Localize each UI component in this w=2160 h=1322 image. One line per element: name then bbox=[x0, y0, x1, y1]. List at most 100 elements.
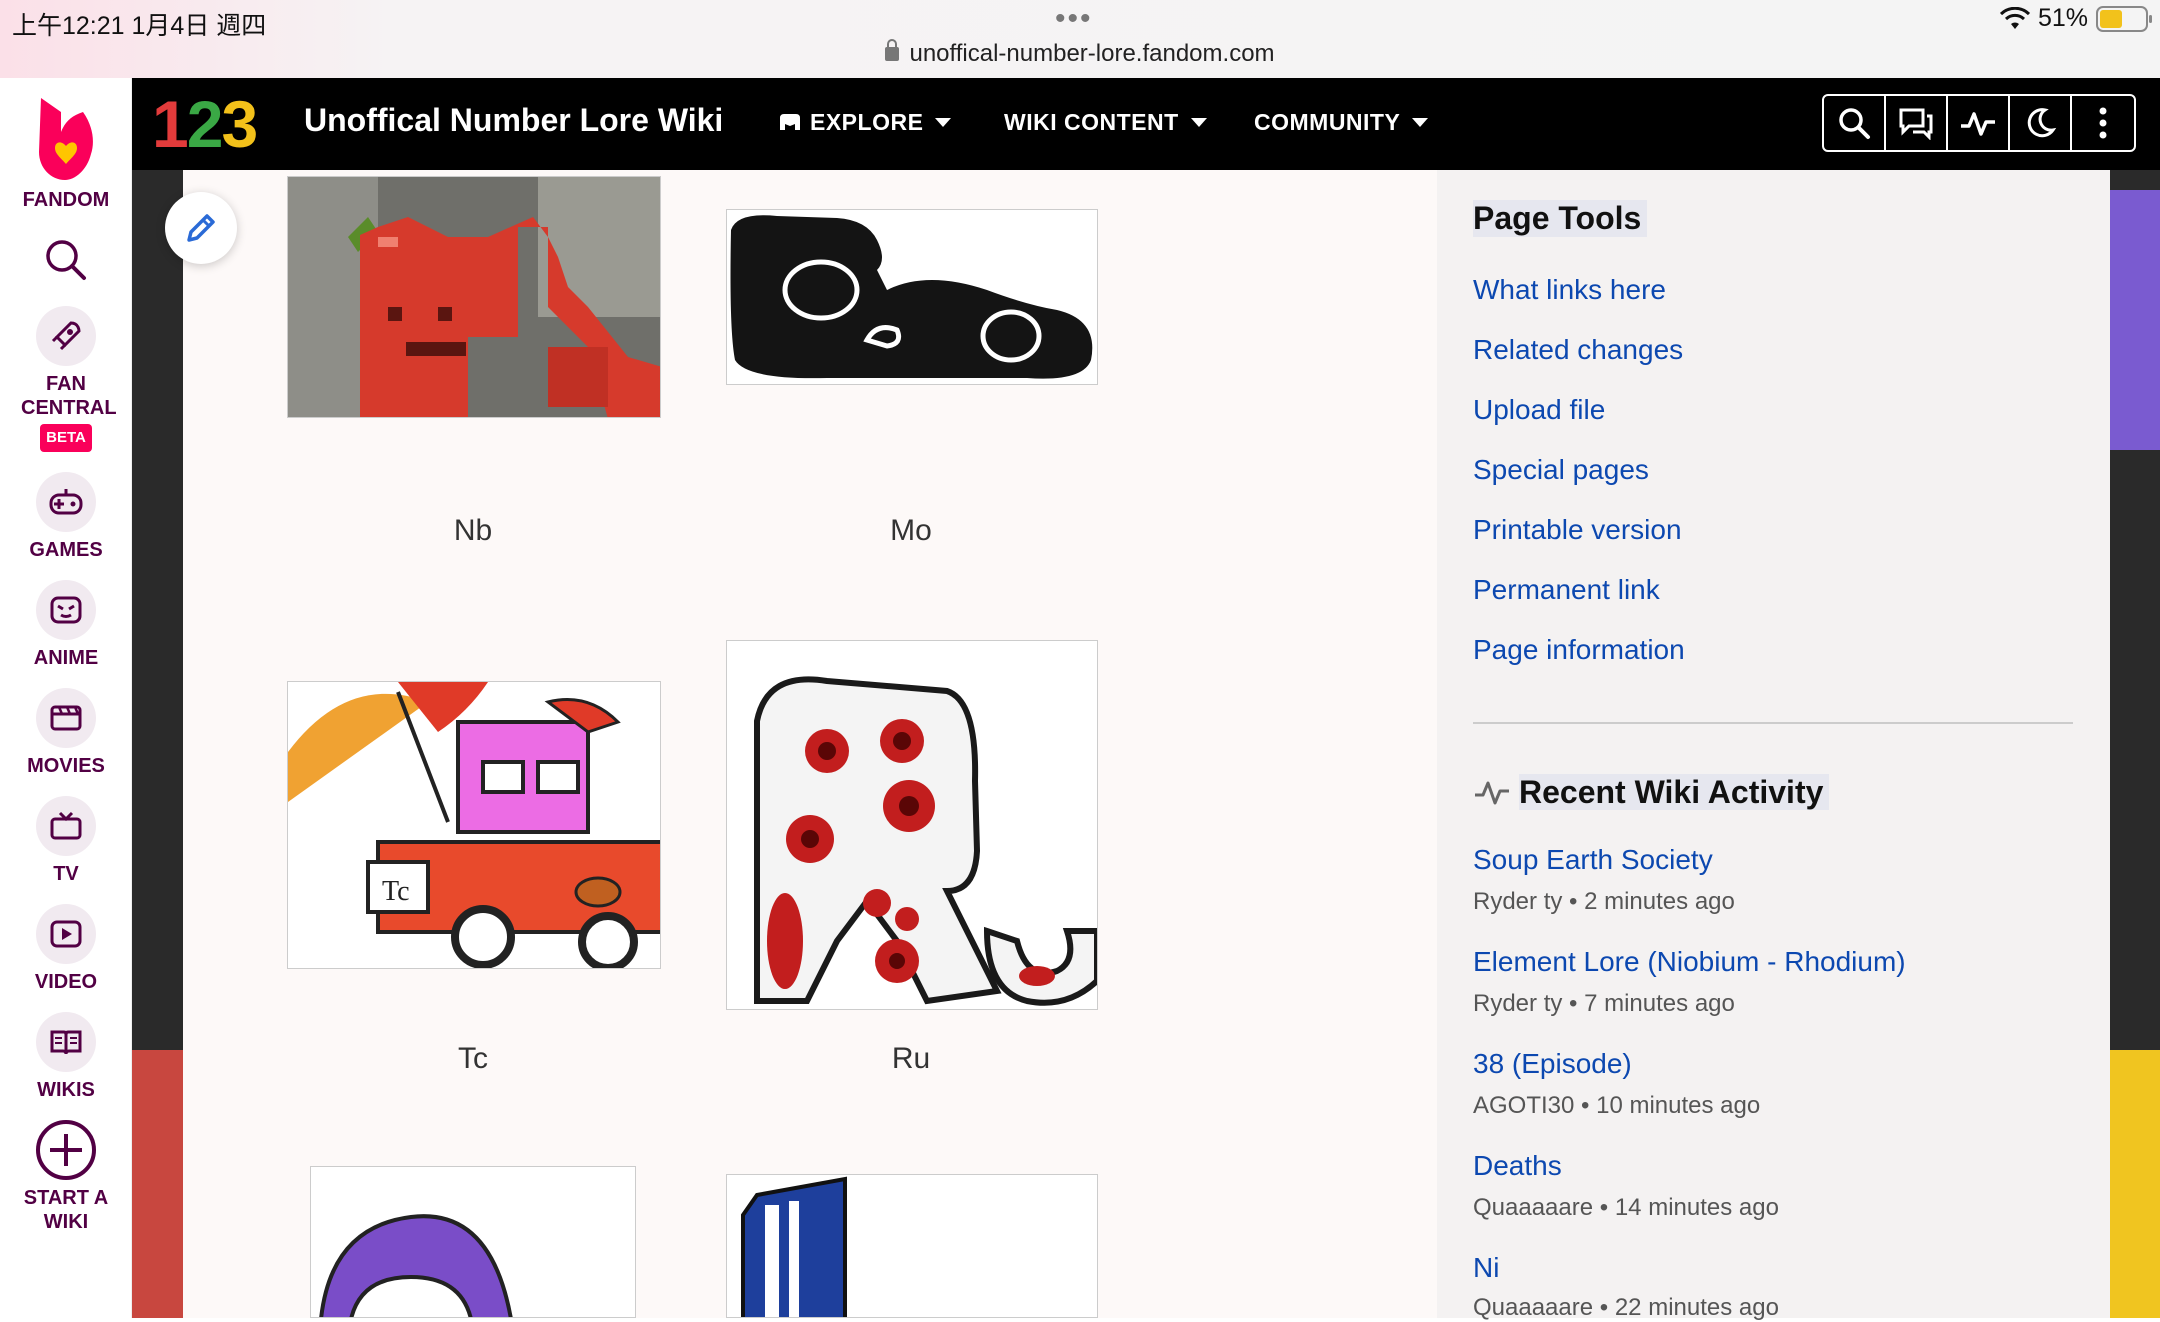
explore-icon bbox=[780, 114, 800, 130]
gallery-caption-tc[interactable]: Tc bbox=[287, 1042, 659, 1076]
rail-item-label: ANIME bbox=[33, 647, 99, 669]
browser-status-bar: 上午12:21 1月4日 週四 ••• unoffical-number-lor… bbox=[0, 0, 2160, 78]
gallery-image-partial-2[interactable] bbox=[726, 1174, 1098, 1318]
link-printable-version[interactable]: Printable version bbox=[1473, 514, 1682, 546]
rail-item-tv[interactable]: TV bbox=[0, 796, 132, 886]
divider bbox=[1473, 722, 2073, 724]
rail-item-anime[interactable]: ANIME bbox=[0, 580, 132, 670]
right-rail: Page Tools What links here Related chang… bbox=[1437, 170, 2110, 1321]
activity-icon bbox=[1961, 112, 1995, 136]
status-indicators: 51% bbox=[1999, 4, 2152, 33]
clapper-icon bbox=[36, 688, 96, 748]
discussions-button[interactable] bbox=[1886, 96, 1948, 150]
ru-character-image bbox=[727, 641, 1097, 1009]
battery-percent: 51% bbox=[2037, 4, 2088, 32]
url-text: unoffical-number-lore.fandom.com bbox=[909, 40, 1275, 67]
activity-title[interactable]: Soup Earth Society bbox=[1473, 844, 1713, 876]
link-permanent-link[interactable]: Permanent link bbox=[1473, 574, 1660, 606]
address-bar[interactable]: unoffical-number-lore.fandom.com bbox=[0, 39, 2160, 68]
gallery-image-partial-1[interactable] bbox=[310, 1166, 636, 1318]
search-button[interactable] bbox=[1824, 96, 1886, 150]
activity-title[interactable]: Deaths bbox=[1473, 1150, 1562, 1182]
page-tools-heading: Page Tools bbox=[1473, 200, 1648, 237]
link-page-information[interactable]: Page information bbox=[1473, 634, 1685, 666]
theme-toggle-button[interactable] bbox=[2010, 96, 2072, 150]
gallery-image-mo[interactable] bbox=[726, 209, 1098, 385]
search-icon bbox=[1839, 108, 1870, 139]
rail-item-fan-central[interactable]: FAN CENTRAL BETA bbox=[0, 306, 132, 452]
fandom-logo-icon bbox=[39, 98, 93, 180]
clock-date: 上午12:21 1月4日 週四 bbox=[12, 12, 267, 40]
fandom-brand-label: FANDOM bbox=[22, 189, 110, 211]
rail-item-label: WIKIS bbox=[37, 1079, 95, 1101]
tc-character-image: Tc bbox=[288, 682, 660, 968]
nb-character-image bbox=[288, 177, 660, 417]
rail-item-label: GAMES bbox=[29, 539, 103, 561]
rail-item-movies[interactable]: MOVIES bbox=[0, 688, 132, 778]
activity-title[interactable]: Ni bbox=[1473, 1252, 1499, 1284]
wiki-tools-group bbox=[1822, 94, 2136, 152]
activity-title[interactable]: Element Lore (Niobium - Rhodium) bbox=[1473, 946, 1906, 978]
activity-meta: Ryder ty • 7 minutes ago bbox=[1473, 990, 1735, 1017]
activity-meta: Quaaaaare • 14 minutes ago bbox=[1473, 1194, 1779, 1221]
fandom-global-nav: FANDOM FAN CENTRAL BETA GAMES ANIME MOVI… bbox=[0, 78, 132, 1318]
activity-icon bbox=[1475, 781, 1509, 805]
gallery-image-tc[interactable]: Tc bbox=[287, 681, 661, 969]
lock-icon bbox=[885, 39, 900, 61]
rail-item-wikis[interactable]: WIKIS bbox=[0, 1012, 132, 1102]
mo-character-image bbox=[727, 210, 1097, 384]
nav-wiki-content[interactable]: WIKI CONTENT bbox=[1004, 109, 1207, 136]
wiki-logo[interactable]: 123 bbox=[152, 91, 258, 157]
rail-item-label: MOVIES bbox=[27, 755, 105, 777]
activity-meta: Ryder ty • 2 minutes ago bbox=[1473, 888, 1735, 915]
edit-button[interactable] bbox=[165, 192, 237, 264]
moon-icon bbox=[2027, 108, 2057, 138]
rail-item-label: TV bbox=[53, 863, 79, 885]
gallery-caption-ru[interactable]: Ru bbox=[725, 1042, 1097, 1076]
rail-item-video[interactable]: VIDEO bbox=[0, 904, 132, 994]
more-dots-icon[interactable]: ••• bbox=[1055, 2, 1093, 36]
nav-community[interactable]: COMMUNITY bbox=[1254, 109, 1429, 136]
chevron-down-icon bbox=[1190, 118, 1207, 127]
gallery-image-nb[interactable] bbox=[287, 176, 661, 418]
rail-item-label: START A WIKI bbox=[23, 1187, 109, 1233]
play-icon bbox=[36, 904, 96, 964]
rail-item-label: VIDEO bbox=[34, 971, 98, 993]
search-icon bbox=[46, 240, 86, 280]
rail-item-label: FAN CENTRAL bbox=[21, 373, 117, 419]
battery-icon bbox=[2096, 5, 2152, 32]
link-special-pages[interactable]: Special pages bbox=[1473, 454, 1649, 486]
nav-explore[interactable]: EXPLORE bbox=[778, 109, 952, 136]
recent-activity-button[interactable] bbox=[1948, 96, 2010, 150]
activity-meta: AGOTI30 • 10 minutes ago bbox=[1473, 1092, 1761, 1119]
fandom-home-link[interactable]: FANDOM bbox=[0, 92, 132, 212]
wiki-title[interactable]: Unoffical Number Lore Wiki bbox=[304, 102, 723, 139]
kebab-menu-icon bbox=[2099, 107, 2107, 139]
chevron-down-icon bbox=[1412, 118, 1429, 127]
controller-icon bbox=[36, 472, 96, 532]
rocket-icon bbox=[36, 306, 96, 366]
recent-activity-heading: Recent Wiki Activity bbox=[1473, 774, 1830, 811]
book-icon bbox=[36, 1012, 96, 1072]
rail-search[interactable] bbox=[0, 238, 132, 288]
tv-icon bbox=[36, 796, 96, 856]
gallery-caption-mo[interactable]: Mo bbox=[725, 514, 1097, 548]
rail-item-games[interactable]: GAMES bbox=[0, 472, 132, 562]
link-upload-file[interactable]: Upload file bbox=[1473, 394, 1605, 426]
rail-item-start-a-wiki[interactable]: START A WIKI bbox=[0, 1118, 132, 1234]
wiki-header: 123 Unoffical Number Lore Wiki EXPLORE W… bbox=[132, 78, 2160, 170]
plus-circle-icon bbox=[36, 1120, 96, 1180]
beta-badge: BETA bbox=[40, 424, 92, 452]
activity-title[interactable]: 38 (Episode) bbox=[1473, 1048, 1632, 1080]
gallery-caption-nb[interactable]: Nb bbox=[287, 514, 659, 548]
pencil-icon bbox=[187, 214, 215, 242]
discussions-icon bbox=[1899, 108, 1933, 140]
more-button[interactable] bbox=[2072, 96, 2134, 150]
link-what-links-here[interactable]: What links here bbox=[1473, 274, 1666, 306]
link-related-changes[interactable]: Related changes bbox=[1473, 334, 1683, 366]
chevron-down-icon bbox=[935, 118, 952, 127]
wifi-icon bbox=[1999, 6, 2030, 29]
svg-text:Tc: Tc bbox=[382, 876, 410, 907]
anime-face-icon bbox=[36, 580, 96, 640]
gallery-image-ru[interactable] bbox=[726, 640, 1098, 1010]
